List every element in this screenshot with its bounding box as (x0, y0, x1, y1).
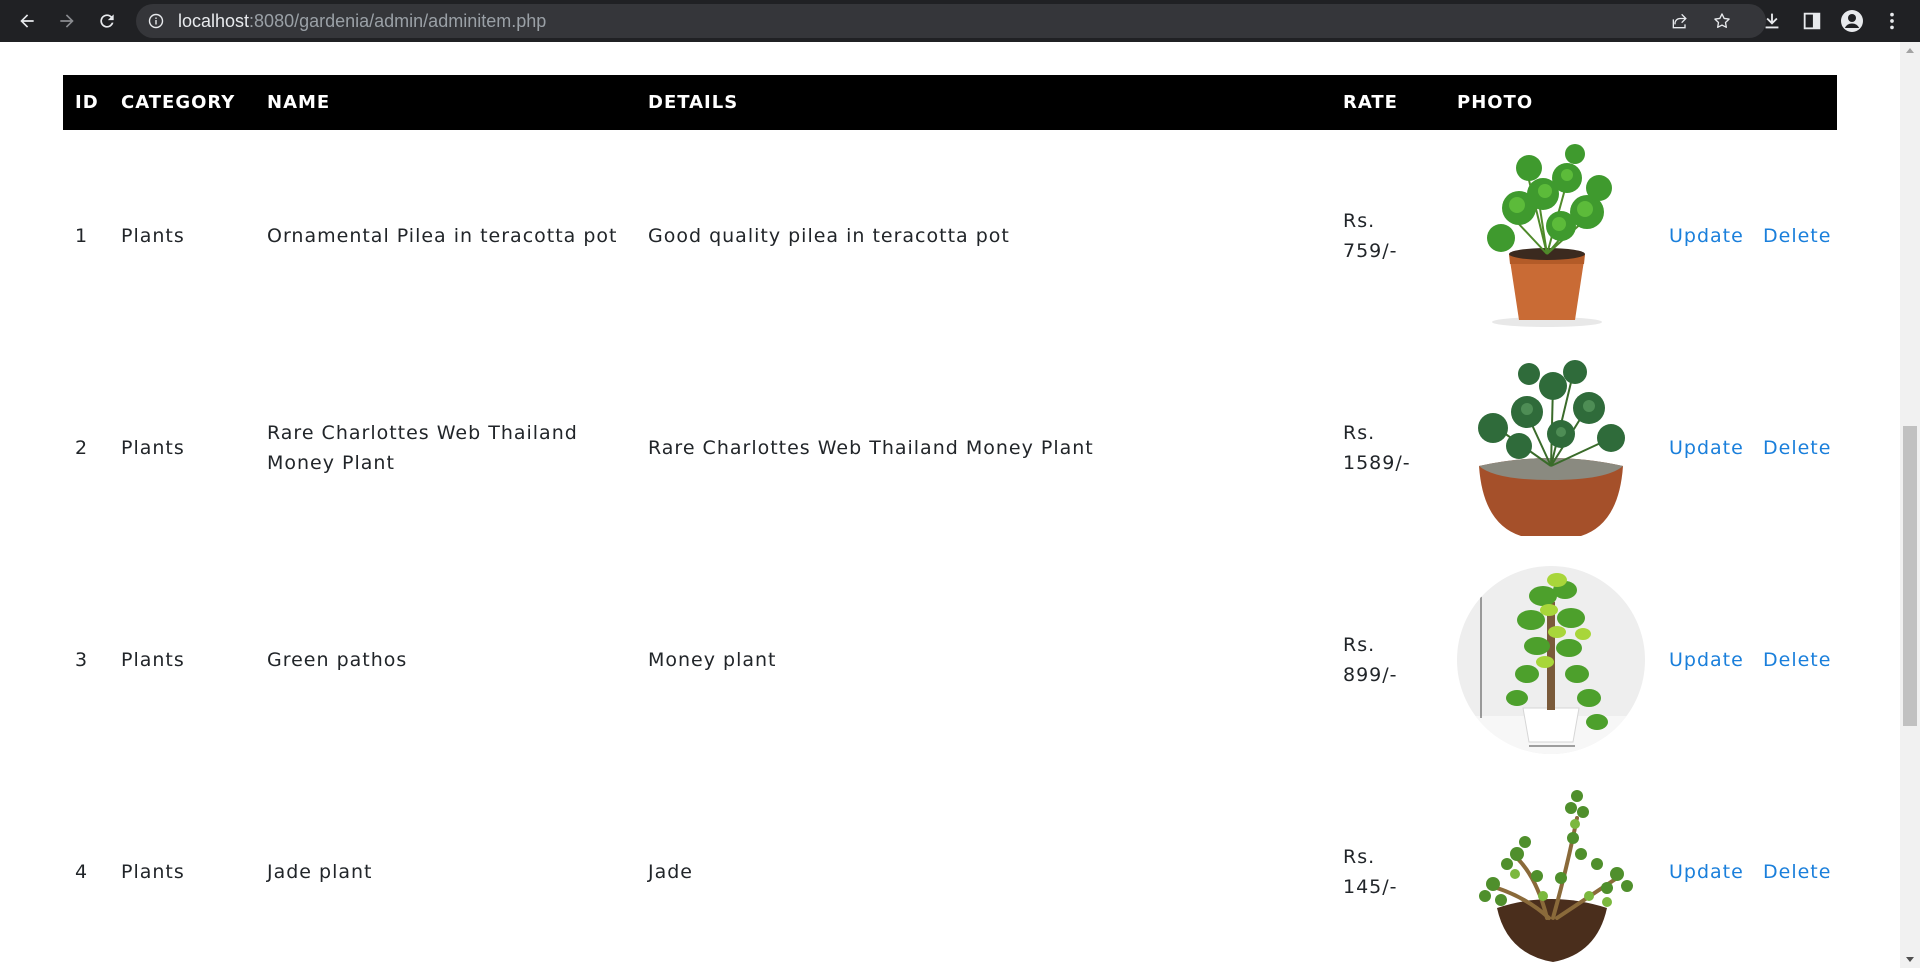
plant-photo-green-pathos (1457, 566, 1645, 754)
header-delete (1751, 75, 1837, 130)
plant-photo-charlottes-web (1457, 354, 1645, 542)
header-rate: RATE (1343, 92, 1398, 113)
cell-rate: Rs. 145/- (1343, 846, 1398, 898)
browser-toolbar: localhost:8080/gardenia/admin/adminitem.… (0, 0, 1920, 42)
cell-details: Money plant (648, 649, 777, 671)
items-table: ID CATEGORY NAME DETAILS RATE PHOTO 1 Pl… (63, 75, 1837, 968)
address-bar[interactable]: localhost:8080/gardenia/admin/adminitem.… (136, 4, 1766, 38)
table-header-row: ID CATEGORY NAME DETAILS RATE PHOTO (63, 75, 1837, 130)
header-id: ID (75, 92, 99, 113)
plant-photo-pilea (1457, 142, 1645, 330)
delete-link[interactable]: Delete (1763, 861, 1831, 883)
cell-rate: Rs. 1589/- (1343, 422, 1411, 474)
cell-delete: Delete (1751, 130, 1837, 342)
forward-button[interactable] (52, 6, 82, 36)
table-row: 4 Plants Jade plant Jade Rs. 145/- Updat… (63, 766, 1837, 968)
scroll-up-arrow-icon[interactable] (1906, 48, 1914, 53)
info-icon[interactable] (148, 13, 164, 29)
update-link[interactable]: Update (1669, 437, 1744, 459)
arrow-left-icon (20, 14, 34, 28)
update-link[interactable]: Update (1669, 649, 1744, 671)
table-row: 3 Plants Green pathos Money plant Rs. 89… (63, 554, 1837, 766)
cell-category: Plants (121, 225, 185, 247)
cell-details: Jade (648, 861, 693, 883)
header-photo: PHOTO (1457, 92, 1534, 113)
cell-delete: Delete (1751, 766, 1837, 968)
cell-photo (1445, 554, 1657, 766)
cell-name: Green pathos (267, 649, 408, 671)
cell-category: Plants (121, 649, 185, 671)
cell-category: Plants (121, 861, 185, 883)
cell-photo (1445, 766, 1657, 968)
arrow-right-icon (60, 14, 74, 28)
page-content: ID CATEGORY NAME DETAILS RATE PHOTO 1 Pl… (0, 42, 1900, 968)
cell-rate: Rs. 899/- (1343, 634, 1398, 686)
kebab-menu-icon (1890, 12, 1894, 30)
cell-rate: Rs. 759/- (1343, 210, 1398, 262)
cell-update: Update (1657, 766, 1751, 968)
cell-name: Rare Charlottes Web Thailand Money Plant (267, 422, 578, 474)
cell-id: 1 (75, 225, 89, 247)
update-link[interactable]: Update (1669, 225, 1744, 247)
url-path: :8080/gardenia/admin/adminitem.php (249, 11, 547, 31)
cell-photo (1445, 130, 1657, 342)
update-link[interactable]: Update (1669, 861, 1744, 883)
header-update (1657, 75, 1751, 130)
table-row: 1 Plants Ornamental Pilea in teracotta p… (63, 130, 1837, 342)
cell-update: Update (1657, 554, 1751, 766)
reload-icon (100, 14, 114, 28)
scroll-thumb[interactable] (1903, 426, 1917, 726)
star-icon[interactable] (1712, 11, 1732, 31)
header-category: CATEGORY (121, 92, 236, 113)
cell-id: 4 (75, 861, 89, 883)
plant-photo-jade (1457, 778, 1645, 966)
cell-id: 2 (75, 437, 89, 459)
url-text[interactable]: localhost:8080/gardenia/admin/adminitem.… (178, 4, 546, 38)
profile-button[interactable] (1840, 9, 1864, 33)
table-row: 2 Plants Rare Charlottes Web Thailand Mo… (63, 342, 1837, 554)
page-scrollbar[interactable] (1900, 42, 1920, 968)
profile-icon (1841, 10, 1863, 32)
side-panel-icon (1803, 12, 1821, 30)
scroll-down-arrow-icon[interactable] (1906, 957, 1914, 962)
cell-id: 3 (75, 649, 89, 671)
cell-category: Plants (121, 437, 185, 459)
download-icon (1765, 13, 1779, 29)
delete-link[interactable]: Delete (1763, 437, 1831, 459)
share-icon[interactable] (1670, 11, 1690, 31)
menu-button[interactable] (1880, 9, 1904, 33)
delete-link[interactable]: Delete (1763, 649, 1831, 671)
cell-update: Update (1657, 342, 1751, 554)
header-details: DETAILS (648, 92, 739, 113)
cell-delete: Delete (1751, 554, 1837, 766)
cell-details: Good quality pilea in teracotta pot (648, 225, 1010, 247)
cell-name: Jade plant (267, 861, 373, 883)
header-name: NAME (267, 92, 331, 113)
cell-name: Ornamental Pilea in teracotta pot (267, 225, 618, 247)
side-panel-button[interactable] (1800, 9, 1824, 33)
download-button[interactable] (1760, 9, 1784, 33)
cell-update: Update (1657, 130, 1751, 342)
back-button[interactable] (12, 6, 42, 36)
cell-photo (1445, 342, 1657, 554)
cell-details: Rare Charlottes Web Thailand Money Plant (648, 437, 1094, 459)
delete-link[interactable]: Delete (1763, 225, 1831, 247)
cell-delete: Delete (1751, 342, 1837, 554)
reload-button[interactable] (92, 6, 122, 36)
url-host: localhost (178, 11, 250, 31)
